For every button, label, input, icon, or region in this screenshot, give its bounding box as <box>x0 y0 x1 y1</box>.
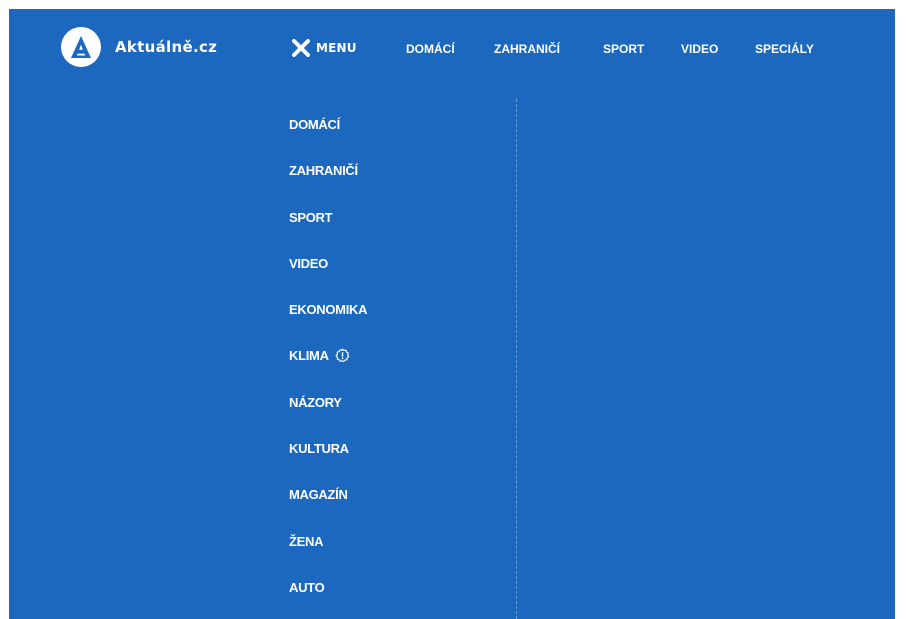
side-menu-label: ZAHRANIČÍ <box>289 163 358 179</box>
side-menu-item: NÁZORY <box>289 395 367 441</box>
top-nav-zahranici[interactable]: ZAHRANIČÍ <box>494 42 560 56</box>
side-menu-item: AUTO <box>289 580 367 619</box>
side-menu-label: SPORT <box>289 209 333 225</box>
side-menu-link-video[interactable]: VIDEO <box>289 256 328 271</box>
side-menu-link-kultura[interactable]: KULTURA <box>289 441 349 456</box>
side-menu-label: KULTURA <box>289 441 349 457</box>
side-menu-item: DOMÁCÍ <box>289 117 367 163</box>
side-menu-link-sport[interactable]: SPORT <box>289 209 333 225</box>
menu-toggle-label: MENU <box>316 41 357 55</box>
side-menu-item: KULTURA <box>289 441 367 487</box>
side-menu-link-nazory[interactable]: NÁZORY <box>289 395 342 410</box>
side-menu-item: VIDEO <box>289 256 367 302</box>
side-menu-item: ZAHRANIČÍ <box>289 163 367 209</box>
site-header-overlay: Aktuálně.cz MENU DOMÁCÍ ZAHRANIČÍ SPORT … <box>9 9 895 619</box>
close-icon <box>292 39 310 57</box>
menu-divider <box>516 99 517 619</box>
menu-toggle-button[interactable]: MENU <box>292 39 357 57</box>
side-menu-item: SPORT <box>289 210 367 256</box>
site-logo-link[interactable]: Aktuálně.cz <box>61 27 217 67</box>
top-nav-video[interactable]: VIDEO <box>681 42 718 56</box>
side-menu-link-zahranici[interactable]: ZAHRANIČÍ <box>289 163 358 178</box>
side-menu-link-magazin[interactable]: MAGAZÍN <box>289 487 348 502</box>
side-menu-item: KLIMA <box>289 348 367 394</box>
side-menu-link-klima[interactable]: KLIMA <box>289 348 350 363</box>
top-nav-sport[interactable]: SPORT <box>603 42 644 56</box>
top-nav-specialy[interactable]: SPECIÁLY <box>755 42 814 56</box>
side-menu-label: DOMÁCÍ <box>289 117 340 132</box>
side-menu-link-domaci[interactable]: DOMÁCÍ <box>289 117 340 132</box>
side-menu-label: NÁZORY <box>289 394 342 410</box>
side-menu-label: ŽENA <box>289 533 324 549</box>
site-name: Aktuálně.cz <box>115 38 218 56</box>
side-menu-label: MAGAZÍN <box>289 487 348 503</box>
side-menu-label: VIDEO <box>289 255 328 271</box>
side-menu: DOMÁCÍ ZAHRANIČÍ SPORT VIDEO EKONOMIKA K… <box>289 117 368 619</box>
side-menu-label: AUTO <box>289 579 325 595</box>
alert-badge-icon <box>335 349 349 363</box>
logo-a-icon <box>71 36 91 58</box>
side-menu-item: EKONOMIKA <box>289 302 368 348</box>
logo-badge <box>61 27 101 67</box>
top-nav-domaci[interactable]: DOMÁCÍ <box>406 42 455 56</box>
side-menu-link-ekonomika[interactable]: EKONOMIKA <box>289 302 368 318</box>
side-menu-label: KLIMA <box>289 348 329 364</box>
side-menu-label: EKONOMIKA <box>289 302 368 318</box>
side-menu-item: ŽENA <box>289 534 367 580</box>
side-menu-item: MAGAZÍN <box>289 487 367 533</box>
side-menu-link-zena[interactable]: ŽENA <box>289 533 324 549</box>
side-menu-link-auto[interactable]: AUTO <box>289 579 325 595</box>
